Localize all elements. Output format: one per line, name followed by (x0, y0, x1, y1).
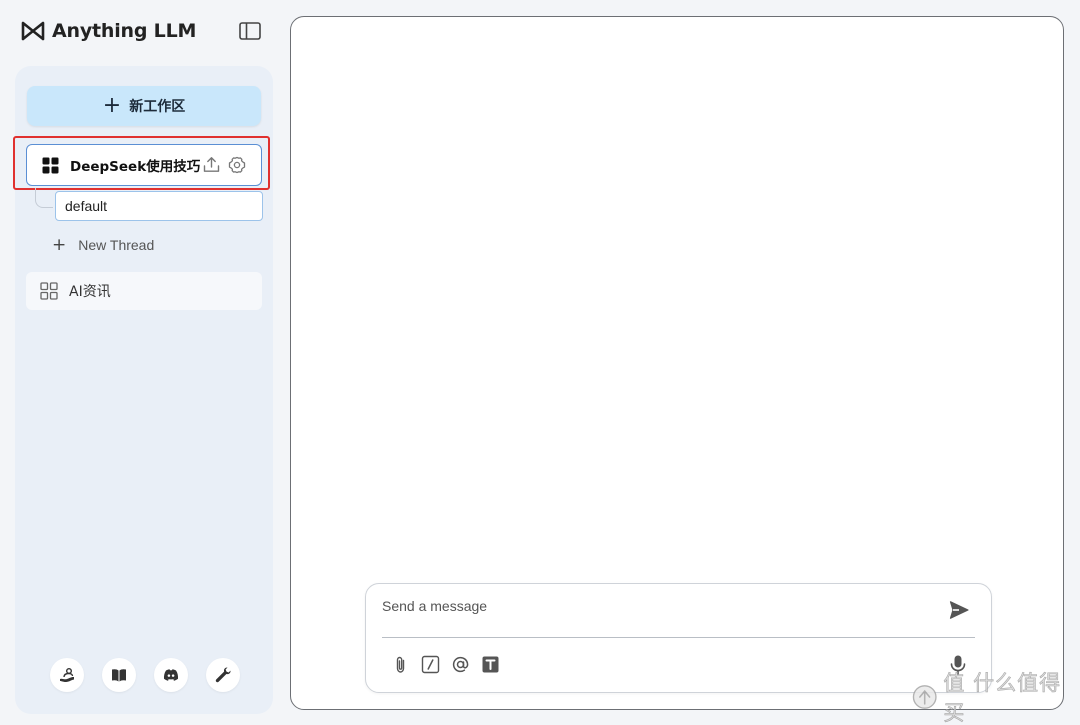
sidebar-toggle-icon[interactable] (239, 22, 261, 40)
message-input[interactable] (382, 598, 922, 622)
new-thread-button[interactable]: + New Thread (52, 234, 154, 256)
attach-button[interactable] (390, 654, 410, 674)
brand: Anything LLM (20, 18, 196, 44)
slash-command-icon (421, 655, 439, 673)
composer-divider (382, 637, 975, 638)
workspace-item[interactable]: AI资讯 (26, 272, 262, 310)
slash-command-button[interactable] (420, 654, 440, 674)
watermark-text: 值 什么值得买 (943, 671, 1062, 725)
workspace-name: AI资讯 (69, 284, 111, 300)
plus-icon: + (102, 93, 122, 118)
composer-toolbar (390, 654, 500, 674)
send-icon[interactable] (948, 599, 970, 621)
workspace-grid-icon (42, 157, 59, 173)
gear-icon[interactable] (228, 156, 246, 174)
thread-item-default[interactable]: default (55, 191, 263, 221)
thread-connector-line (35, 188, 53, 208)
docs-button[interactable] (102, 658, 136, 692)
discord-button[interactable] (154, 658, 188, 692)
docs-book-icon (112, 669, 126, 682)
watermark-logo-icon (912, 685, 937, 709)
at-mention-button[interactable] (450, 654, 470, 674)
watermark: 值 什么值得买 (912, 671, 1080, 725)
settings-wrench-icon (215, 667, 231, 683)
settings-button[interactable] (206, 658, 240, 692)
upload-icon[interactable] (203, 156, 220, 173)
app-title: Anything LLM (52, 20, 197, 42)
new-thread-label: New Thread (78, 237, 155, 253)
at-mention-icon (452, 656, 468, 672)
text-size-button[interactable] (480, 654, 500, 674)
sidebar: + 新工作区 DeepSeek使用技巧 default + New Thread (13, 66, 273, 714)
new-workspace-button[interactable]: + 新工作区 (27, 86, 261, 126)
plus-icon: + (52, 235, 67, 255)
workspace-name: DeepSeek使用技巧 (70, 159, 201, 175)
discord-icon (163, 669, 179, 681)
workspace-grid-outline-icon (40, 282, 58, 300)
message-composer (365, 583, 992, 693)
workspace-item-active[interactable]: DeepSeek使用技巧 (26, 144, 262, 186)
paperclip-icon (396, 656, 404, 673)
sidebar-footer (50, 658, 240, 692)
anythingllm-logo-icon (21, 21, 45, 41)
chat-panel (290, 16, 1064, 710)
text-size-icon (482, 656, 498, 672)
community-hub-button[interactable] (50, 658, 84, 692)
community-hub-icon (60, 668, 74, 682)
new-workspace-label: 新工作区 (129, 99, 186, 115)
